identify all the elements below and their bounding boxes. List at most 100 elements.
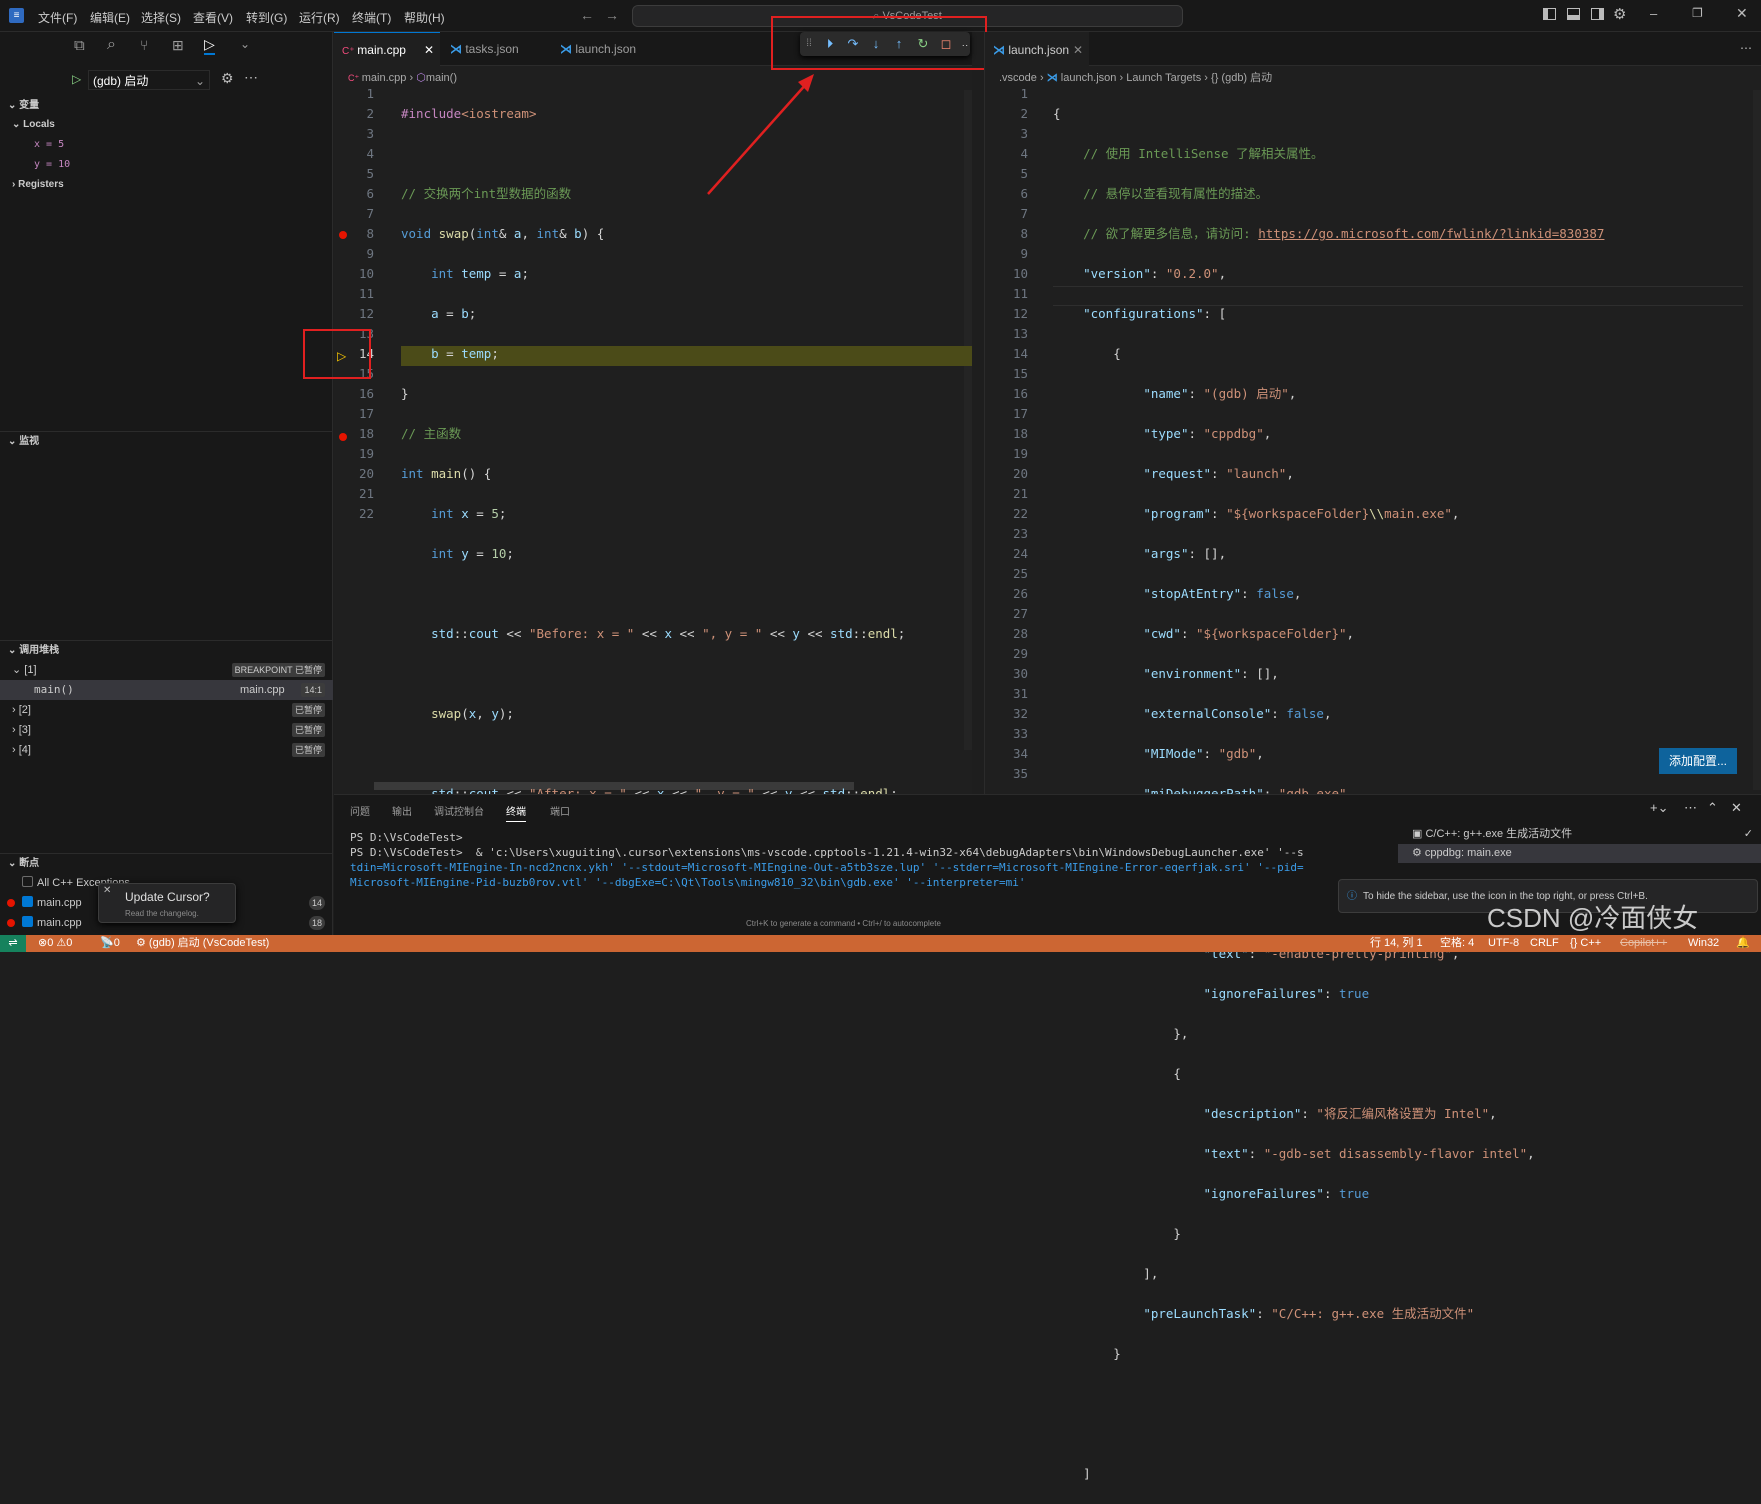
menu-run[interactable]: 运行(R): [299, 9, 340, 26]
add-configuration-button[interactable]: 添加配置...: [1659, 748, 1737, 774]
panel-tab-problems[interactable]: 问题: [350, 803, 370, 818]
stack-frame-row[interactable]: main() main.cpp 14:1: [0, 680, 333, 700]
code-line: "externalConsole": false,: [1143, 706, 1332, 721]
panel-tab-debug-console[interactable]: 调试控制台: [434, 803, 484, 818]
close-window-icon[interactable]: ✕: [1736, 5, 1748, 22]
breadcrumb-folder[interactable]: .vscode: [999, 72, 1037, 84]
debug-status[interactable]: ⚙ (gdb) 启动 (VsCodeTest): [136, 935, 269, 952]
end-of-line[interactable]: CRLF: [1530, 935, 1559, 952]
close-icon[interactable]: ✕: [103, 885, 111, 896]
checkbox[interactable]: [22, 916, 33, 927]
search-icon[interactable]: ⌕: [107, 36, 116, 54]
menu-view[interactable]: 查看(V): [193, 9, 233, 26]
platform[interactable]: Win32: [1688, 935, 1719, 952]
encoding[interactable]: UTF-8: [1488, 935, 1519, 952]
panel-tab-ports[interactable]: 端口: [550, 803, 570, 818]
start-debug-button[interactable]: ▷: [72, 72, 81, 86]
problems-status[interactable]: ⊗0 ⚠0: [38, 935, 72, 952]
menu-file[interactable]: 文件(F): [38, 9, 77, 26]
chevron-down-icon: ⌄: [12, 119, 24, 130]
menu-selection[interactable]: 选择(S): [141, 9, 181, 26]
toggle-sidebar-icon[interactable]: [1543, 8, 1556, 20]
code-line: "stopAtEntry": false,: [1143, 586, 1302, 601]
menu-terminal[interactable]: 终端(T): [352, 9, 391, 26]
panel-tab-terminal[interactable]: 终端: [506, 803, 526, 822]
tab-main-cpp[interactable]: C⁺ main.cpp ✕: [334, 32, 440, 66]
extensions-icon[interactable]: ⊞: [172, 37, 184, 54]
checkbox[interactable]: [22, 896, 33, 907]
menu-help[interactable]: 帮助(H): [404, 9, 445, 26]
line-number: 22: [1012, 506, 1028, 521]
terminal-list-item[interactable]: ▣ C/C++: g++.exe 生成活动文件 ✓: [1398, 825, 1761, 844]
settings-gear-icon[interactable]: ⚙: [1613, 5, 1626, 23]
toggle-panel-icon[interactable]: [1567, 8, 1580, 20]
thread-row-4[interactable]: › [4] 已暂停: [0, 740, 333, 760]
chevron-down-icon[interactable]: ⌄: [240, 37, 250, 51]
explorer-icon[interactable]: ⧉: [74, 37, 85, 54]
breakpoint-dot-icon[interactable]: [339, 433, 347, 441]
toast-subtitle[interactable]: Read the changelog.: [125, 909, 199, 918]
panel-tab-output[interactable]: 输出: [392, 803, 412, 818]
close-icon[interactable]: ✕: [424, 33, 434, 67]
ports-status[interactable]: 📡0: [100, 935, 120, 952]
callstack-section-header[interactable]: ⌄ 调用堆栈: [0, 640, 333, 660]
variable-x[interactable]: x = 5: [34, 137, 64, 153]
breadcrumb-file[interactable]: main.cpp: [362, 72, 407, 84]
new-terminal-icon[interactable]: +⌄: [1650, 800, 1668, 816]
line-number: 8: [366, 226, 374, 241]
line-number: 4: [366, 146, 374, 161]
remote-icon[interactable]: ⇌: [0, 935, 26, 952]
braces-icon: {}: [1570, 937, 1581, 949]
thread-row-3[interactable]: › [3] 已暂停: [0, 720, 333, 740]
more-actions-icon[interactable]: ⋯: [1684, 800, 1697, 816]
forward-arrow-icon[interactable]: →: [605, 7, 619, 23]
checkbox[interactable]: [22, 876, 33, 887]
back-arrow-icon[interactable]: ←: [580, 7, 594, 23]
breadcrumb-object[interactable]: {} (gdb) 启动: [1211, 72, 1272, 84]
tab-launch-json[interactable]: ⋊ launch.json: [552, 32, 662, 66]
watch-section-header[interactable]: ⌄ 监视: [0, 431, 333, 451]
breakpoint-dot-icon[interactable]: [339, 231, 347, 239]
tab-label: launch.json: [1008, 43, 1070, 57]
vertical-scrollbar[interactable]: [964, 90, 972, 750]
restore-icon[interactable]: ❐: [1692, 6, 1703, 20]
maximize-panel-icon[interactable]: ⌃: [1707, 800, 1718, 816]
more-actions-icon[interactable]: ⋯: [244, 69, 258, 86]
registers-scope[interactable]: › Registers: [12, 177, 64, 193]
minimize-icon[interactable]: –: [1650, 6, 1657, 21]
breadcrumb-function[interactable]: main(): [426, 72, 457, 84]
vertical-scrollbar[interactable]: [1753, 90, 1761, 790]
terminal-list-item[interactable]: ⚙ cppdbg: main.exe: [1398, 844, 1761, 863]
copilot-status[interactable]: Copilot++: [1620, 935, 1667, 952]
debug-settings-gear-icon[interactable]: ⚙: [221, 70, 234, 87]
thread-row-1[interactable]: ⌄ [1] BREAKPOINT 已暂停: [0, 660, 333, 680]
source-control-icon[interactable]: ⑂: [140, 37, 148, 53]
indentation[interactable]: 空格: 4: [1440, 935, 1474, 952]
chevron-right-icon: ›: [1116, 72, 1127, 84]
close-icon[interactable]: ✕: [1073, 33, 1083, 67]
chevron-down-icon: ⌄: [8, 436, 20, 447]
more-actions-icon[interactable]: ⋯: [1740, 41, 1752, 55]
close-panel-icon[interactable]: ✕: [1731, 800, 1742, 816]
locals-scope[interactable]: ⌄ Locals: [12, 117, 55, 133]
notifications-bell-icon[interactable]: 🔔: [1736, 935, 1750, 952]
variables-section-header[interactable]: ⌄ 变量: [0, 96, 333, 116]
thread-row-2[interactable]: › [2] 已暂停: [0, 700, 333, 720]
menu-goto[interactable]: 转到(G): [246, 9, 287, 26]
tab-tasks-json[interactable]: ⋊ tasks.json: [442, 32, 546, 66]
breadcrumb-path[interactable]: Launch Targets: [1126, 72, 1201, 84]
variable-y[interactable]: y = 10: [34, 157, 70, 173]
menu-edit[interactable]: 编辑(E): [90, 9, 130, 26]
line-number: 7: [1020, 206, 1028, 221]
thread-label: [2]: [18, 704, 31, 716]
toggle-secondary-sidebar-icon[interactable]: [1591, 8, 1604, 20]
breadcrumb-file[interactable]: launch.json: [1061, 72, 1117, 84]
update-toast[interactable]: ✕ Update Cursor? Read the changelog.: [98, 883, 236, 923]
run-debug-icon[interactable]: ▷: [204, 36, 215, 55]
breakpoints-section-header[interactable]: ⌄ 断点: [0, 853, 333, 873]
cursor-position[interactable]: 行 14, 列 1: [1370, 935, 1423, 952]
tab-launch-json[interactable]: ⋊ launch.json ✕: [985, 32, 1089, 66]
language-mode[interactable]: {} C++: [1570, 935, 1601, 952]
debug-config-select[interactable]: (gdb) 启动 ⌄: [88, 70, 210, 90]
